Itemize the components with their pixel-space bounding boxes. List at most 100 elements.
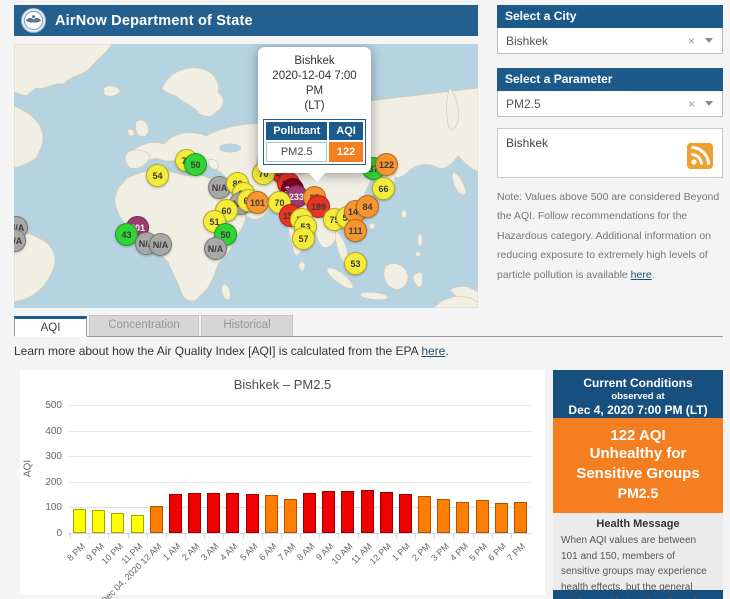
cc-aqi-value: 122 AQI	[610, 427, 666, 444]
rss-icon[interactable]	[687, 143, 713, 169]
map-marker[interactable]: 122	[375, 153, 398, 176]
chart-x-tick	[395, 534, 397, 539]
map-marker[interactable]: 57	[292, 227, 315, 250]
city-clear-icon[interactable]: ×	[688, 34, 695, 48]
chart-title: Bishkek – PM2.5	[233, 377, 332, 392]
epa-link[interactable]: here	[421, 344, 445, 358]
map-marker[interactable]: 53	[344, 252, 367, 275]
chart-x-label: 2 PM	[409, 541, 432, 563]
header-bar: AirNow Department of State	[14, 5, 478, 36]
chart-x-label: 4 AM	[218, 541, 240, 563]
chart-x-label: 4 PM	[448, 541, 470, 563]
chart-gridline	[68, 456, 532, 458]
chart-bar[interactable]	[130, 514, 144, 533]
chart-x-tick	[89, 534, 91, 539]
map-marker[interactable]: N/A	[204, 237, 227, 260]
chart-gridline	[68, 405, 532, 406]
popup-aqi-value: 122	[329, 142, 363, 162]
chart-x-tick	[415, 534, 416, 539]
chart-bar[interactable]	[73, 509, 87, 533]
chart-bar[interactable]	[398, 493, 412, 533]
chart-x-label: 1 PM	[390, 541, 413, 563]
chart-x-tick	[165, 534, 167, 539]
chart-bar[interactable]	[494, 502, 508, 533]
chart-bar[interactable]	[456, 501, 470, 533]
chart-y-axis-label: AQI	[22, 459, 34, 478]
map-marker[interactable]: 101	[246, 191, 269, 214]
chart-bar[interactable]	[245, 494, 259, 533]
chart-bar[interactable]	[207, 492, 221, 533]
health-message-title: Health Message	[596, 518, 680, 530]
chart-bar[interactable]	[92, 510, 106, 533]
parameter-combobox[interactable]: PM2.5 ×	[497, 91, 723, 117]
tab-strip: AQI Concentration Historical	[14, 315, 723, 337]
chart-x-tick	[319, 534, 321, 539]
world-map[interactable]: N/AN/A547350N/A8891N/A61101605150N/A2014…	[14, 44, 478, 308]
chart-bar[interactable]	[111, 512, 125, 533]
map-marker[interactable]: 50	[184, 153, 207, 176]
learn-more-before: Learn more about how the Air Quality Ind…	[14, 344, 422, 358]
chart-bar[interactable]	[283, 498, 297, 533]
chart-x-label: 1 AM	[160, 541, 183, 563]
note-link[interactable]: here	[631, 269, 652, 281]
chart-x-tick	[280, 534, 282, 539]
parameter-value: PM2.5	[506, 96, 541, 111]
map-marker[interactable]: 111	[344, 219, 367, 242]
chart-x-tick	[242, 534, 244, 539]
cc-pollutant: PM2.5	[617, 485, 659, 501]
chart-x-tick	[223, 534, 225, 539]
parameter-chevron-down-icon[interactable]	[705, 101, 713, 106]
chart-bar[interactable]	[303, 492, 317, 533]
chart-bar[interactable]	[188, 493, 202, 533]
tab-aqi[interactable]: AQI	[14, 316, 87, 337]
chart-x-tick	[108, 534, 110, 539]
cc-aqi-block: 122 AQI Unhealthy for Sensitive Groups P…	[553, 418, 723, 513]
chart-x-label: 12 PM	[367, 541, 394, 567]
tab-historical[interactable]: Historical	[201, 315, 293, 336]
chart-bar[interactable]	[513, 501, 527, 533]
chart-bar[interactable]	[322, 490, 336, 533]
map-marker[interactable]: 84	[356, 195, 379, 218]
parameter-clear-icon[interactable]: ×	[688, 97, 695, 111]
state-seal-icon	[21, 8, 46, 33]
popup-datetime: 2020-12-04 7:00 PM	[272, 70, 357, 97]
learn-more-text: Learn more about how the Air Quality Ind…	[14, 344, 449, 358]
chart-bar[interactable]	[341, 490, 355, 533]
cc-title: Current Conditions	[583, 376, 693, 390]
chart-x-tick	[185, 534, 186, 539]
chart-bar[interactable]	[264, 495, 278, 533]
select-city-panel: Select a City Bishkek ×	[497, 5, 723, 54]
rss-city-label: Bishkek	[506, 136, 549, 150]
learn-more-after: .	[445, 344, 449, 358]
city-chevron-down-icon[interactable]	[705, 38, 713, 43]
chart-bar[interactable]	[437, 498, 451, 533]
chart-gridline	[68, 481, 532, 483]
chart-x-label: 3 PM	[428, 541, 451, 563]
city-combobox[interactable]: Bishkek ×	[497, 28, 723, 54]
popup-col-aqi: AQI	[329, 122, 363, 140]
rss-panel: Bishkek	[497, 128, 723, 178]
tab-concentration[interactable]: Concentration	[89, 315, 199, 336]
map-marker[interactable]: 66	[372, 177, 395, 200]
aqi-popup: Bishkek 2020-12-04 7:00 PM (LT) Pollutan…	[258, 47, 371, 182]
chart-x-label: 6 PM	[486, 541, 509, 563]
chart-bar[interactable]	[149, 506, 163, 533]
select-parameter-header: Select a Parameter	[497, 68, 723, 91]
chart-x-label: 7 PM	[505, 541, 528, 563]
chart-bar[interactable]	[360, 490, 374, 533]
chart-x-tick	[70, 534, 71, 539]
chart-bar[interactable]	[226, 493, 240, 533]
cc-health-block: Health Message When AQI values are betwe…	[553, 513, 723, 599]
chart-bar[interactable]	[418, 495, 432, 533]
chart-x-tick	[338, 534, 340, 539]
chart-x-tick	[453, 534, 455, 539]
chart-x-tick	[434, 534, 436, 539]
chart-bar[interactable]	[475, 499, 489, 533]
map-marker[interactable]: N/A	[149, 233, 172, 256]
chart-x-tick	[491, 534, 493, 539]
chart-x-label: 8 PM	[64, 541, 87, 563]
chart-bar[interactable]	[168, 494, 182, 533]
map-marker[interactable]: 54	[146, 164, 169, 187]
popup-col-pollutant: Pollutant	[266, 122, 328, 140]
chart-bar[interactable]	[379, 491, 393, 533]
